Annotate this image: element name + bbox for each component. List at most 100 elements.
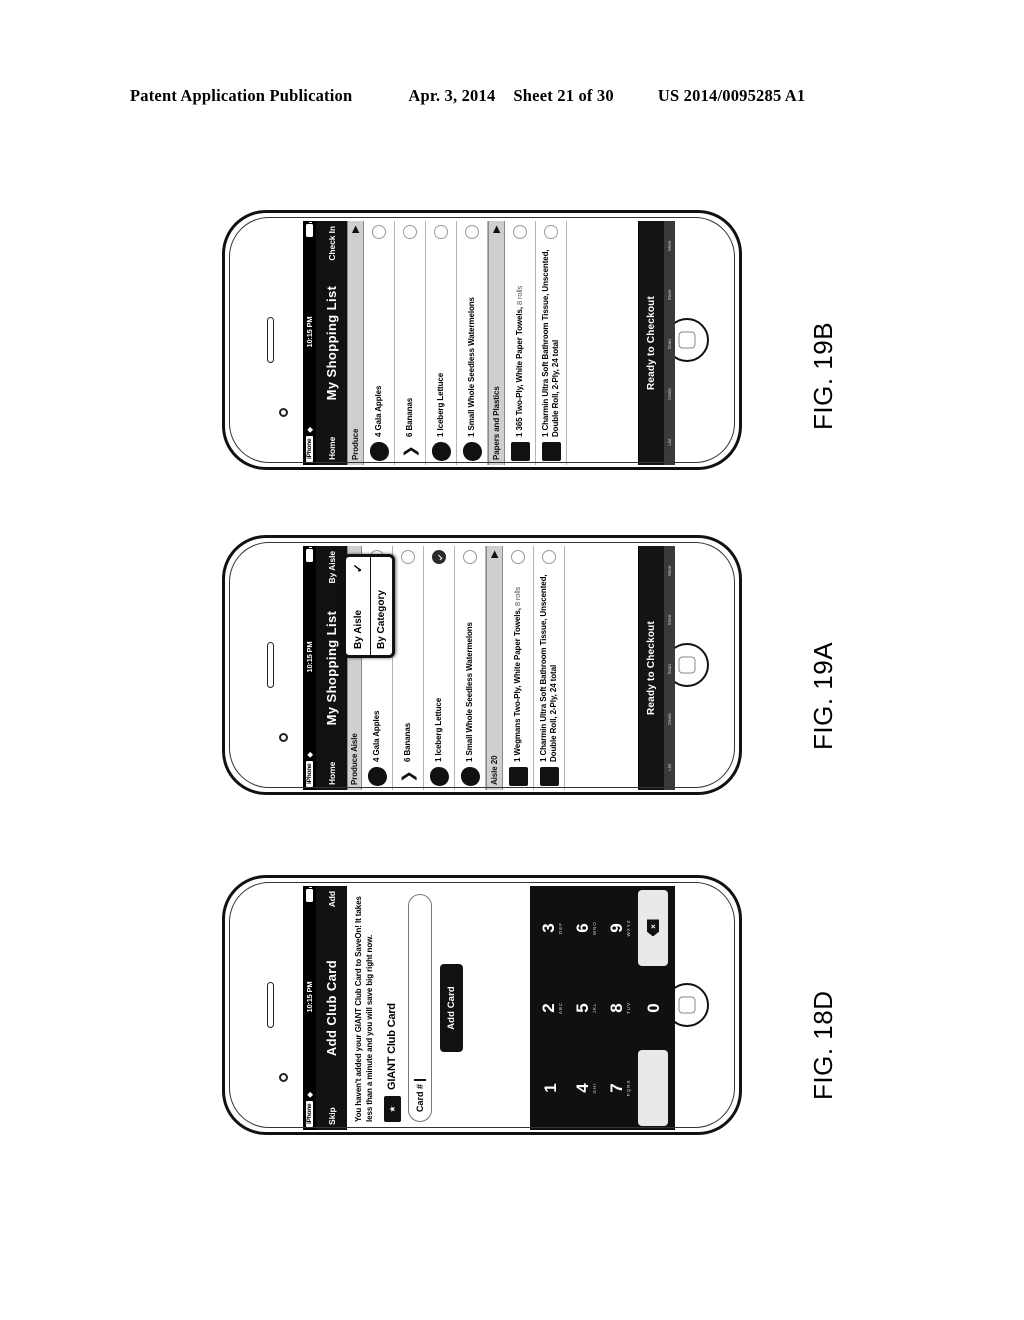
- nav-skip-button[interactable]: Skip: [327, 1107, 337, 1125]
- ready-to-checkout-button[interactable]: Ready to Checkout: [638, 546, 664, 790]
- section-header-label: Aisle 20: [490, 755, 499, 785]
- tab-list[interactable]: List: [667, 439, 672, 446]
- drawing-sheet: iPhone ◆ 10:15 PM Home My Shopping List …: [0, 0, 1024, 1320]
- keypad-key-4[interactable]: 4 GHI: [570, 1050, 600, 1126]
- tab-store[interactable]: Store: [667, 615, 672, 626]
- list-item[interactable]: 1 365 Two-Ply, White Paper Towels, 8 rol…: [505, 221, 536, 465]
- list-item[interactable]: ❯ 6 Bananas: [395, 221, 426, 465]
- phone-screen-18d: iPhone ◆ 10:15 PM Skip Add Club Card Add…: [303, 886, 675, 1130]
- phone-device-frame: iPhone ◆ 10:15 PM Home My Shopping List …: [222, 210, 742, 470]
- watermelon-thumb-icon: [460, 767, 480, 786]
- item-check-circle[interactable]: [465, 225, 479, 239]
- item-check-circle[interactable]: [401, 550, 415, 564]
- item-check-circle[interactable]: [463, 550, 477, 564]
- checkmark-icon: ✓: [351, 563, 365, 574]
- item-check-circle[interactable]: [513, 225, 527, 239]
- item-check-circle[interactable]: [434, 225, 448, 239]
- keypad-key-5[interactable]: 5 JKL: [570, 970, 600, 1046]
- list-item[interactable]: 1 Wegmans Two-Ply, White Paper Towels, 8…: [503, 546, 534, 790]
- list-item[interactable]: 1 Iceberg Lettuce: [424, 546, 455, 790]
- tab-more[interactable]: More: [667, 240, 672, 250]
- list-item-sublabel: 8 rolls: [515, 285, 525, 308]
- keypad-key-letters: TUV: [625, 1002, 631, 1014]
- banana-thumb-icon: ❯: [401, 445, 419, 458]
- keypad-key-2[interactable]: 2 ABC: [536, 970, 566, 1046]
- backspace-delete-icon: ×: [647, 920, 659, 937]
- card-number-input[interactable]: Card #: [407, 894, 432, 1122]
- keypad-key-number: 2: [538, 1003, 558, 1013]
- keypad-key-letters: WXYZ: [625, 919, 631, 937]
- phone-device-frame: iPhone ◆ 10:15 PM Skip Add Club Card Add…: [222, 875, 742, 1135]
- lettuce-thumb-icon: [429, 767, 449, 786]
- tab-deals[interactable]: Deals: [667, 713, 672, 725]
- keypad-key-9[interactable]: 9 WXYZ: [604, 890, 634, 966]
- keypad-key-number: 7: [606, 1083, 626, 1093]
- list-item[interactable]: 1 Small Whole Seedless Watermelons: [457, 221, 488, 465]
- tab-more[interactable]: More: [667, 565, 672, 575]
- chevron-right-icon: ▶: [350, 226, 360, 233]
- keypad-key-letters: PQRS: [625, 1079, 631, 1097]
- status-bar: iPhone ◆ 10:15 PM: [303, 221, 316, 465]
- section-header-produce[interactable]: Produce ▶: [347, 221, 364, 465]
- keypad-key-0[interactable]: 0: [638, 970, 668, 1046]
- keypad-key-number: 4: [572, 1083, 592, 1093]
- tab-scan[interactable]: Scan: [667, 339, 672, 349]
- chevron-right-icon: ▶: [491, 226, 501, 233]
- popover-option-label: By Category: [376, 590, 387, 649]
- popover-option-by-aisle[interactable]: By Aisle ✓: [346, 557, 370, 655]
- section-header-papers-and-plastics[interactable]: Papers and Plastics ▶: [488, 221, 505, 465]
- section-header-label: Produce: [351, 428, 360, 460]
- nav-home-button[interactable]: Home: [327, 762, 337, 785]
- list-item[interactable]: 1 Charmin Ultra Soft Bathroom Tissue, Un…: [536, 221, 567, 465]
- keypad-key-8[interactable]: 8 TUV: [604, 970, 634, 1046]
- nav-check-in-button[interactable]: Check In: [327, 226, 337, 261]
- chevron-right-icon: ▶: [489, 551, 499, 558]
- item-check-circle-checked[interactable]: [432, 550, 446, 564]
- tab-deals[interactable]: Deals: [667, 388, 672, 400]
- keypad-delete-key[interactable]: ×: [638, 890, 668, 966]
- item-check-circle[interactable]: [511, 550, 525, 564]
- list-item[interactable]: 1 Small Whole Seedless Watermelons: [455, 546, 486, 790]
- club-card-description: You haven't added your GIANT Club Card t…: [354, 896, 374, 1122]
- list-item-label: 1 Wegmans Two-Ply, White Paper Towels, 8…: [513, 586, 523, 762]
- numeric-keypad[interactable]: 1 2 ABC 3 DEF 4 GHI 5 JKL 6 MNO 7 PQRS 8…: [530, 886, 675, 1130]
- keypad-key-6[interactable]: 6 MNO: [570, 890, 600, 966]
- tab-bar[interactable]: List Deals Scan Store More: [664, 546, 675, 790]
- tab-bar[interactable]: List Deals Scan Store More: [664, 221, 675, 465]
- list-item[interactable]: ❯ 6 Bananas: [393, 546, 424, 790]
- item-check-circle[interactable]: [403, 225, 417, 239]
- page-title: Add Club Card: [324, 959, 339, 1057]
- item-check-circle[interactable]: [542, 550, 556, 564]
- keypad-key-number: 0: [643, 1003, 663, 1013]
- list-item-sublabel: 8 rolls: [513, 586, 523, 609]
- item-check-circle[interactable]: [372, 225, 386, 239]
- tab-scan[interactable]: Scan: [667, 664, 672, 674]
- clock-label: 10:15 PM: [305, 641, 314, 673]
- tab-store[interactable]: Store: [667, 290, 672, 301]
- list-item[interactable]: 1 Iceberg Lettuce: [426, 221, 457, 465]
- popover-option-by-category[interactable]: By Category: [370, 557, 392, 655]
- add-card-button[interactable]: Add Card: [439, 964, 463, 1052]
- apple-thumb-icon: [369, 442, 389, 461]
- keypad-key-letters: DEF: [557, 922, 563, 934]
- sort-options-popover[interactable]: By Aisle ✓ By Category: [343, 554, 395, 658]
- keypad-key-7[interactable]: 7 PQRS: [604, 1050, 634, 1126]
- text-caret: [413, 1079, 426, 1081]
- shopping-list[interactable]: Produce ▶ 4 Gala Apples ❯ 6 Bananas 1 Ic…: [347, 221, 567, 465]
- battery-icon: [306, 549, 313, 562]
- club-card-brand-label: GIANT Club Card: [386, 1003, 399, 1090]
- wifi-icon: ◆: [306, 427, 314, 433]
- item-check-circle[interactable]: [544, 225, 558, 239]
- list-item-label: 1 Small Whole Seedless Watermelons: [467, 297, 477, 437]
- tab-list[interactable]: List: [667, 764, 672, 771]
- nav-home-button[interactable]: Home: [327, 437, 337, 460]
- keypad-key-3[interactable]: 3 DEF: [536, 890, 566, 966]
- list-item[interactable]: 4 Gala Apples: [364, 221, 395, 465]
- keypad-key-letters: ABC: [557, 1001, 563, 1015]
- list-item[interactable]: 1 Charmin Ultra Soft Bathroom Tissue, Un…: [534, 546, 565, 790]
- nav-add-button[interactable]: Add: [327, 891, 337, 907]
- keypad-row: 7 PQRS 8 TUV 9 WXYZ: [602, 888, 636, 1128]
- ready-to-checkout-button[interactable]: Ready to Checkout: [638, 221, 664, 465]
- section-header-aisle-20[interactable]: Aisle 20 ▶: [486, 546, 503, 790]
- keypad-key-1[interactable]: 1: [536, 1050, 566, 1126]
